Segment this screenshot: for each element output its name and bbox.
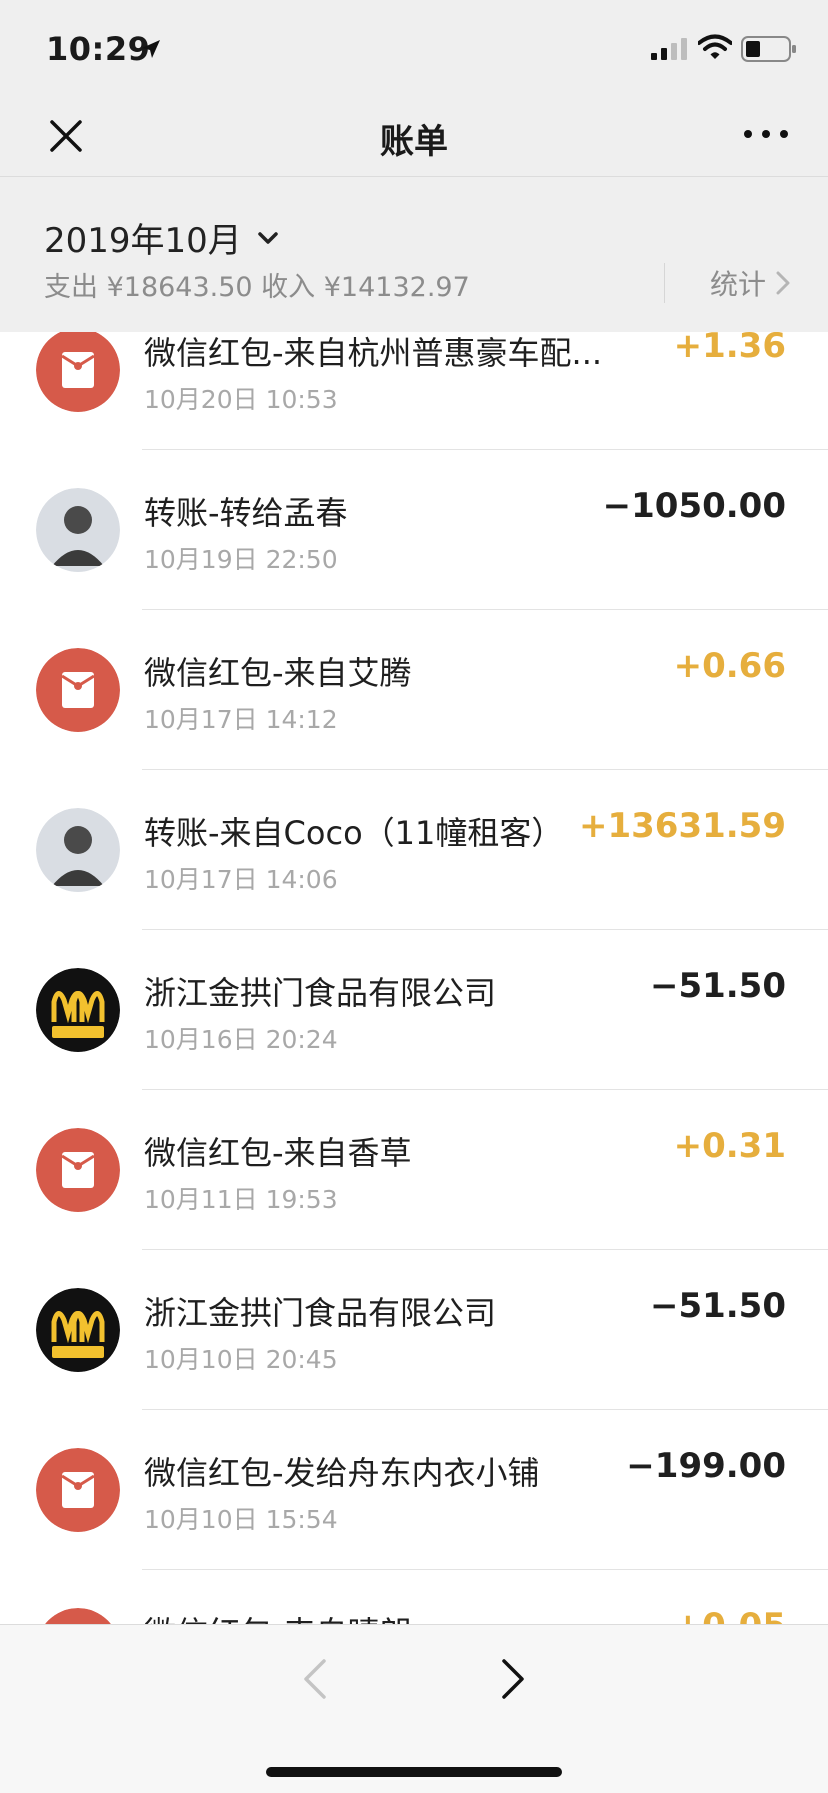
avatar-image (36, 808, 120, 892)
avatar (36, 808, 120, 892)
status-bar: 10:29 (0, 0, 828, 96)
transaction-row[interactable]: 微信红包-来自艾腾 10月17日 14:12 +0.66 (0, 610, 828, 770)
red-packet-icon (36, 1128, 120, 1212)
month-selector[interactable]: 2019年10月 (44, 213, 280, 262)
stats-link[interactable]: 统计 (710, 263, 790, 303)
wifi-icon (698, 34, 732, 59)
transaction-amount: +0.66 (673, 646, 786, 686)
mcdonalds-logo (36, 968, 120, 1052)
transaction-date: 10月17日 14:06 (144, 865, 338, 894)
red-packet-icon (36, 1448, 120, 1532)
transaction-date: 10月11日 19:53 (144, 1185, 338, 1214)
transaction-title: 微信红包-来自香草 (144, 1134, 412, 1172)
transaction-row[interactable]: 微信红包-来自杭州普惠豪车配... 10月20日 10:53 +1.36 (0, 332, 828, 450)
transaction-amount: +13631.59 (578, 806, 786, 846)
red-packet-icon (36, 1608, 120, 1624)
red-packet-icon (36, 332, 120, 412)
red-packet-icon (36, 648, 120, 732)
transaction-list[interactable]: 微信红包-来自杭州普惠豪车配... 10月20日 10:53 +1.36 转账-转给孟… (0, 332, 828, 1624)
avatar (36, 488, 120, 572)
transaction-amount: −51.50 (649, 966, 786, 1006)
transaction-date: 10月16日 20:24 (144, 1025, 338, 1054)
navigation-bar: 账单 (0, 96, 828, 177)
mcdonalds-logo-image (36, 1288, 120, 1372)
chevron-right-icon (776, 271, 790, 295)
transaction-row[interactable]: 转账-转给孟春 10月19日 22:50 −1050.00 (0, 450, 828, 610)
transaction-row[interactable]: 微信红包-来自晴朗 +0.05 (0, 1570, 828, 1624)
transaction-title: 转账-来自Coco（11幢租客） (144, 814, 564, 852)
avatar-image (36, 488, 120, 572)
status-time: 10:29 (46, 30, 151, 68)
red-packet-icon-image (36, 332, 120, 412)
more-options-icon[interactable] (742, 124, 790, 144)
transaction-title: 转账-转给孟春 (144, 494, 348, 532)
back-arrow-icon[interactable] (300, 1657, 328, 1701)
red-packet-icon-image (36, 648, 120, 732)
chevron-down-icon (258, 231, 278, 244)
transaction-amount: +1.36 (673, 332, 786, 366)
transaction-title: 浙江金拱门食品有限公司 (144, 974, 497, 1012)
divider (664, 263, 665, 303)
transaction-title: 微信红包-来自晴朗 (144, 1608, 412, 1624)
red-packet-icon-image (36, 1128, 120, 1212)
transaction-title: 微信红包-来自艾腾 (144, 654, 412, 692)
month-header: 2019年10月 支出 ¥18643.50 收入 ¥14132.97 统计 (0, 177, 828, 332)
month-label: 2019年10月 (44, 221, 242, 261)
cellular-signal-icon (651, 38, 687, 60)
mcdonalds-logo-image (36, 968, 120, 1052)
home-indicator (266, 1767, 562, 1777)
month-summary: 支出 ¥18643.50 收入 ¥14132.97 (44, 272, 470, 303)
transaction-date: 10月17日 14:12 (144, 705, 338, 734)
red-packet-icon-image (36, 1448, 120, 1532)
transaction-amount: +0.05 (674, 1606, 786, 1624)
transaction-title: 微信红包-发给舟东内衣小铺 (144, 1454, 540, 1492)
stats-label: 统计 (710, 268, 767, 301)
page-title: 账单 (380, 122, 448, 162)
transaction-amount: −199.00 (626, 1446, 786, 1486)
bottom-toolbar (0, 1624, 828, 1793)
transaction-row[interactable]: 微信红包-发给舟东内衣小铺 10月10日 15:54 −199.00 (0, 1410, 828, 1570)
battery-icon (741, 36, 796, 62)
transaction-title: 微信红包-来自杭州普惠豪车配... (144, 334, 603, 372)
transaction-date: 10月10日 20:45 (144, 1345, 338, 1374)
red-packet-icon-image (45, 1608, 111, 1624)
transaction-row[interactable]: 浙江金拱门食品有限公司 10月10日 20:45 −51.50 (0, 1250, 828, 1410)
transaction-row[interactable]: 转账-来自Coco（11幢租客） 10月17日 14:06 +13631.59 (0, 770, 828, 930)
transaction-date: 10月20日 10:53 (144, 385, 338, 414)
transaction-amount: −51.50 (649, 1286, 786, 1326)
transaction-amount: +0.31 (673, 1126, 786, 1166)
location-arrow-icon (142, 40, 160, 58)
transaction-date: 10月19日 22:50 (144, 545, 338, 574)
transaction-row[interactable]: 浙江金拱门食品有限公司 10月16日 20:24 −51.50 (0, 930, 828, 1090)
transaction-date: 10月10日 15:54 (144, 1505, 338, 1534)
transaction-row[interactable]: 微信红包-来自香草 10月11日 19:53 +0.31 (0, 1090, 828, 1250)
transaction-title: 浙江金拱门食品有限公司 (144, 1294, 497, 1332)
forward-arrow-icon[interactable] (500, 1657, 528, 1701)
mcdonalds-logo (36, 1288, 120, 1372)
transaction-amount: −1050.00 (602, 486, 786, 526)
